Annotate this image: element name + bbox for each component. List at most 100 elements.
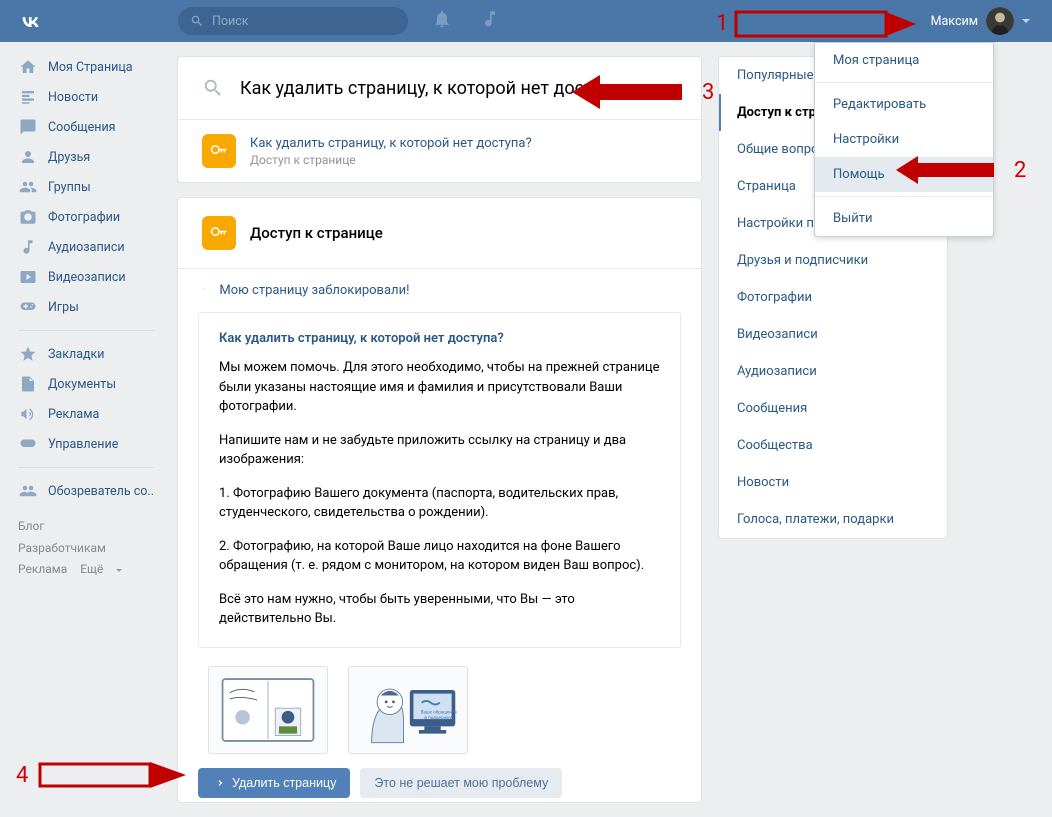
sidebar-item-groups[interactable]: Группы (8, 172, 165, 202)
sidebar-item-docs[interactable]: Документы (8, 369, 165, 399)
community-icon (18, 481, 38, 501)
svg-text:в поддержку: в поддержку (424, 716, 452, 721)
cat-videos[interactable]: Видеозаписи (719, 316, 947, 353)
cat-news[interactable]: Новости (719, 464, 947, 501)
sidebar-item-label: Фотографии (48, 210, 120, 225)
footer-dev[interactable]: Разработчикам (18, 541, 106, 555)
cat-audio[interactable]: Аудиозаписи (719, 353, 947, 390)
sidebar-item-audio[interactable]: Аудиозаписи (8, 232, 165, 262)
article: Как удалить страницу, к которой нет дост… (198, 312, 681, 648)
sidebar-item-ads[interactable]: Реклама (8, 399, 165, 429)
sidebar-item-label: Аудиозаписи (48, 240, 125, 255)
footer-ads[interactable]: Реклама (18, 562, 67, 576)
audio-icon (18, 237, 38, 257)
search-icon (190, 14, 204, 28)
sidebar-item-messages[interactable]: Сообщения (8, 112, 165, 142)
sidebar-item-label: Закладки (48, 347, 105, 362)
username: Максим (931, 14, 978, 29)
groups-icon (18, 177, 38, 197)
docs-icon (18, 374, 38, 394)
cat-messages[interactable]: Сообщения (719, 390, 947, 427)
video-icon (18, 267, 38, 287)
sidebar-item-my-page[interactable]: Моя Страница (8, 52, 165, 82)
header: Поиск Максим (0, 0, 1052, 42)
footer-more[interactable]: Ещё (80, 562, 132, 576)
games-icon (18, 297, 38, 317)
key-icon (202, 216, 236, 250)
not-solved-button[interactable]: Это не решает мою проблему (360, 768, 562, 798)
search-placeholder: Поиск (212, 14, 249, 29)
sidebar-item-label: Документы (48, 377, 116, 392)
manage-icon (18, 434, 38, 454)
sidebar-item-games[interactable]: Игры (8, 292, 165, 322)
article-p2: Напишите нам и не забудьте приложить ссы… (219, 431, 660, 470)
illustrations: Ваше обращение в поддержку (178, 666, 701, 754)
sidebar-item-label: Моя Страница (48, 60, 133, 75)
sidebar-item-label: Управление (48, 437, 118, 452)
sidebar-item-community[interactable]: Обозреватель со.. (8, 476, 165, 506)
arrow-right-icon (212, 777, 224, 789)
dd-edit[interactable]: Редактировать (815, 87, 993, 122)
home-icon (18, 57, 38, 77)
vk-logo[interactable] (12, 3, 48, 39)
friend-icon (18, 147, 38, 167)
user-dropdown: Моя страница Редактировать Настройки Пом… (814, 42, 994, 237)
sidebar-item-friends[interactable]: Друзья (8, 142, 165, 172)
news-icon (18, 87, 38, 107)
sidebar-item-bookmarks[interactable]: Закладки (8, 339, 165, 369)
search-icon (202, 77, 224, 99)
dd-logout[interactable]: Выйти (815, 201, 993, 236)
delete-page-label: Удалить страницу (232, 776, 336, 790)
article-card: Доступ к странице Мою страницу заблокиро… (177, 197, 702, 803)
sidebar-item-label: Игры (48, 300, 79, 315)
header-search[interactable]: Поиск (178, 7, 408, 35)
dd-settings[interactable]: Настройки (815, 122, 993, 157)
bell-icon[interactable] (432, 9, 452, 33)
footer-more-label: Ещё (80, 562, 103, 576)
sidebar-item-label: Реклама (48, 407, 99, 422)
article-p3: 1. Фотографию Вашего документа (паспорта… (219, 484, 660, 523)
bookmark-icon (18, 344, 38, 364)
sidebar-item-label: Друзья (48, 150, 90, 165)
user-menu[interactable]: Максим (921, 0, 1040, 42)
selfie-illustration: Ваше обращение в поддержку (348, 666, 468, 754)
cat-payments[interactable]: Голоса, платежи, подарки (719, 501, 947, 538)
help-search-card: Как удалить страницу, к которой нет дост… (177, 56, 702, 183)
sidebar-item-video[interactable]: Видеозаписи (8, 262, 165, 292)
article-p1: Мы можем помочь. Для этого необходимо, ч… (219, 358, 660, 417)
passport-illustration (208, 666, 328, 754)
article-title: Как удалить страницу, к которой нет дост… (219, 331, 660, 346)
page-title: Доступ к странице (250, 224, 383, 242)
left-sidebar: Моя Страница Новости Сообщения Друзья Гр… (0, 42, 165, 817)
ads-icon (18, 404, 38, 424)
article-p5: Всё это нам нужно, чтобы быть уверенными… (219, 590, 660, 629)
cat-friends[interactable]: Друзья и подписчики (719, 242, 947, 279)
sidebar-item-news[interactable]: Новости (8, 82, 165, 112)
sidebar-item-label: Обозреватель со.. (48, 484, 154, 499)
music-icon[interactable] (480, 9, 500, 33)
dd-help[interactable]: Помощь (815, 157, 993, 192)
sidebar-item-label: Видеозаписи (48, 270, 126, 285)
delete-page-button[interactable]: Удалить страницу (198, 768, 350, 798)
result-title: Как удалить страницу, к которой нет дост… (250, 136, 532, 151)
dd-my-page[interactable]: Моя страница (815, 43, 993, 78)
help-search[interactable]: Как удалить страницу, к которой нет дост… (178, 57, 701, 119)
photo-icon (18, 207, 38, 227)
messages-icon (18, 117, 38, 137)
sidebar-item-label: Группы (48, 180, 91, 195)
sidebar-item-manage[interactable]: Управление (8, 429, 165, 459)
sidebar-item-photos[interactable]: Фотографии (8, 202, 165, 232)
link-blocked[interactable]: Мою страницу заблокировали! (178, 269, 701, 312)
search-result[interactable]: Как удалить страницу, к которой нет дост… (178, 119, 701, 182)
article-p4: 2. Фотографию, на которой Ваше лицо нахо… (219, 537, 660, 576)
sidebar-footer: Блог Разработчикам Реклама Ещё (8, 506, 165, 591)
sidebar-item-label: Новости (48, 90, 98, 105)
cat-photos[interactable]: Фотографии (719, 279, 947, 316)
cat-communities[interactable]: Сообщества (719, 427, 947, 464)
caret-icon (1022, 19, 1030, 23)
sidebar-item-label: Сообщения (48, 120, 116, 135)
avatar (986, 7, 1014, 35)
footer-blog[interactable]: Блог (18, 519, 44, 533)
key-icon (202, 134, 236, 168)
help-search-query: Как удалить страницу, к которой нет дост… (240, 78, 621, 99)
